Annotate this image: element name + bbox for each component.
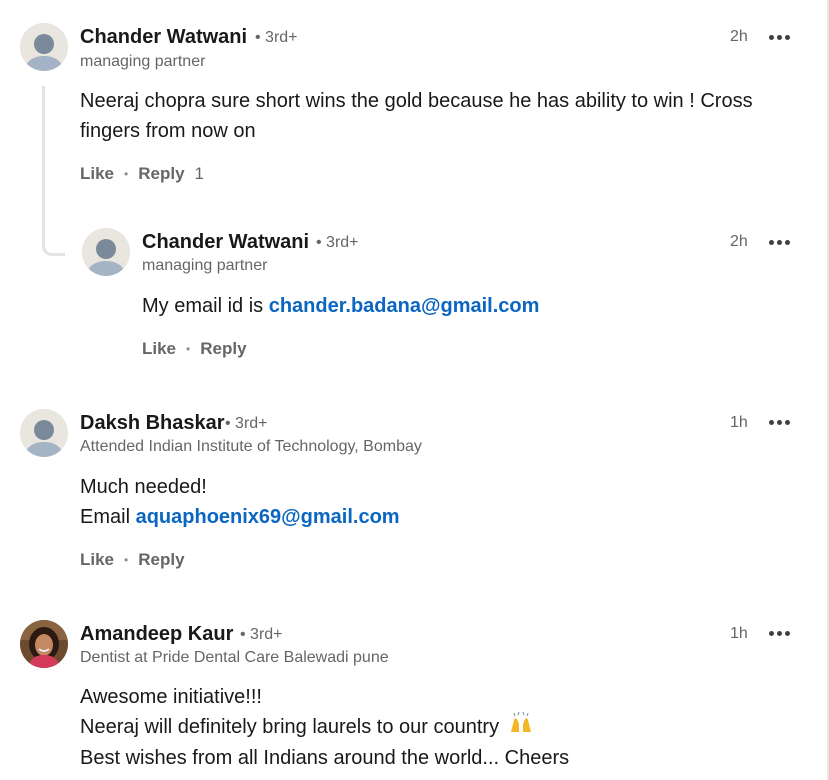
reply-button[interactable]: Reply — [138, 550, 184, 570]
like-button[interactable]: Like — [80, 164, 114, 184]
comment-time: 2h — [730, 28, 748, 45]
email-link[interactable]: aquaphoenix69@gmail.com — [136, 506, 400, 528]
more-options-icon[interactable] — [769, 33, 793, 43]
like-button[interactable]: Like — [80, 550, 114, 570]
thread-connector-line — [42, 86, 65, 256]
reply-count[interactable]: 1 — [195, 164, 204, 184]
avatar[interactable] — [20, 620, 68, 668]
comment-text: Neeraj chopra sure short wins the gold b… — [80, 90, 753, 142]
commenter-headline: managing partner — [80, 53, 206, 70]
comment-text: Much needed! Email aquaphoenix69@gmail.c… — [80, 472, 400, 532]
action-separator: • — [124, 553, 129, 567]
avatar[interactable] — [20, 409, 68, 457]
comment-text-prefix: Email — [80, 506, 136, 528]
comment-text-line: Best wishes from all Indians around the … — [80, 747, 570, 770]
ghost-person-icon — [20, 409, 68, 457]
commenter-headline: Dentist at Pride Dental Care Balewadi pu… — [80, 649, 389, 666]
ghost-person-icon — [82, 228, 130, 276]
comment-text-line: Email aquaphoenix69@gmail.com — [80, 502, 400, 532]
avatar[interactable] — [20, 23, 68, 71]
ghost-person-icon — [20, 23, 68, 71]
commenter-headline: managing partner — [142, 257, 268, 274]
reply-button[interactable]: Reply — [200, 339, 246, 359]
avatar[interactable] — [82, 228, 130, 276]
more-options-icon[interactable] — [769, 629, 793, 639]
commenter-name[interactable]: Amandeep Kaur — [80, 623, 233, 646]
comment-text-prefix: My email id is — [142, 295, 269, 317]
connection-degree: • 3rd+ — [225, 415, 268, 432]
profile-photo-icon — [20, 620, 68, 668]
comment-actions: Like • Reply — [80, 550, 185, 570]
comment-time: 2h — [730, 233, 748, 250]
like-button[interactable]: Like — [142, 339, 176, 359]
commenter-name[interactable]: Chander Watwani — [142, 231, 309, 254]
commenter-name[interactable]: Chander Watwani — [80, 26, 247, 49]
comment-text-line: Much needed! — [80, 476, 207, 498]
connection-degree: • 3rd+ — [316, 234, 359, 251]
connection-degree: • 3rd+ — [255, 29, 298, 46]
more-options-icon[interactable] — [769, 238, 793, 248]
action-separator: • — [186, 342, 191, 356]
comment-text: Awesome initiative!!! Neeraj will defini… — [80, 682, 569, 773]
commenter-headline: Attended Indian Institute of Technology,… — [80, 438, 422, 455]
more-options-icon[interactable] — [769, 418, 793, 428]
comment-actions: Like • Reply — [142, 339, 247, 359]
commenter-name[interactable]: Daksh Bhaskar — [80, 412, 225, 435]
comment-text-line: Awesome initiative!!! — [80, 686, 262, 708]
comment-text-line: Neeraj will definitely bring laurels to … — [80, 712, 569, 743]
comment-time: 1h — [730, 625, 748, 642]
comment-actions: Like • Reply 1 — [80, 164, 204, 184]
connection-degree: • 3rd+ — [240, 626, 283, 643]
reply-button[interactable]: Reply — [138, 164, 184, 184]
comment-time: 1h — [730, 414, 748, 431]
raised-hands-emoji-icon — [509, 712, 533, 743]
comment-text: My email id is chander.badana@gmail.com — [142, 291, 539, 321]
action-separator: • — [124, 167, 129, 181]
email-link[interactable]: chander.badana@gmail.com — [269, 295, 540, 317]
comment-text-segment: Neeraj will definitely bring laurels to … — [80, 716, 500, 738]
